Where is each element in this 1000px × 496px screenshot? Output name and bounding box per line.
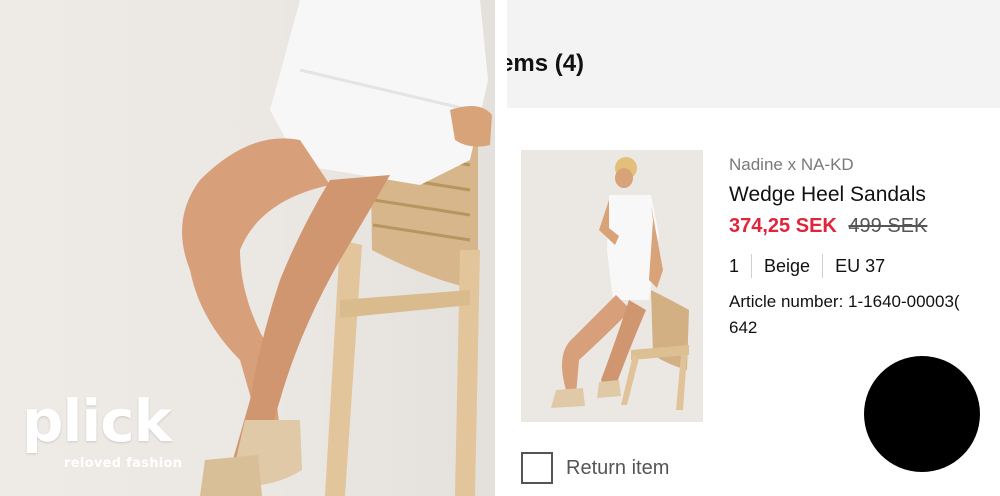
logo-tagline: reloved fashion bbox=[64, 456, 183, 471]
return-item-option[interactable]: Return item bbox=[521, 452, 669, 484]
attribute-separator bbox=[751, 254, 753, 278]
cart-panel: ems (4) Nadine x NA-KD Wedge Heel Sandal… bbox=[507, 0, 1000, 496]
sale-price: 374,25 SEK bbox=[729, 215, 837, 237]
product-thumbnail[interactable] bbox=[521, 150, 703, 422]
redaction-blob bbox=[864, 356, 980, 472]
plick-logo: plick reloved fashion bbox=[22, 387, 182, 471]
product-photo: plick reloved fashion bbox=[0, 0, 495, 496]
return-item-label[interactable]: Return item bbox=[566, 457, 669, 480]
price-row: 374,25 SEK 499 SEK bbox=[729, 215, 927, 238]
checkbox-icon[interactable] bbox=[521, 452, 553, 484]
item-color: Beige bbox=[764, 255, 811, 276]
item-attributes: 1 Beige EU 37 bbox=[729, 254, 885, 278]
article-number-line2: 642 bbox=[729, 318, 758, 337]
article-number: Article number: 1-1640-00003( 642 bbox=[729, 289, 960, 341]
cart-items-title: ems (4) bbox=[507, 50, 585, 77]
panel-divider bbox=[495, 0, 507, 496]
item-size: EU 37 bbox=[835, 255, 886, 276]
logo-wordmark: plick bbox=[22, 387, 172, 455]
product-name[interactable]: Wedge Heel Sandals bbox=[729, 183, 926, 207]
original-price: 499 SEK bbox=[848, 215, 928, 237]
product-brand[interactable]: Nadine x NA-KD bbox=[729, 155, 854, 175]
item-quantity: 1 bbox=[729, 255, 740, 276]
thumbnail-illustration bbox=[551, 157, 689, 410]
article-number-line1: Article number: 1-1640-00003( bbox=[729, 292, 960, 311]
attribute-separator bbox=[822, 254, 824, 278]
cart-header: ems (4) bbox=[507, 0, 1000, 108]
